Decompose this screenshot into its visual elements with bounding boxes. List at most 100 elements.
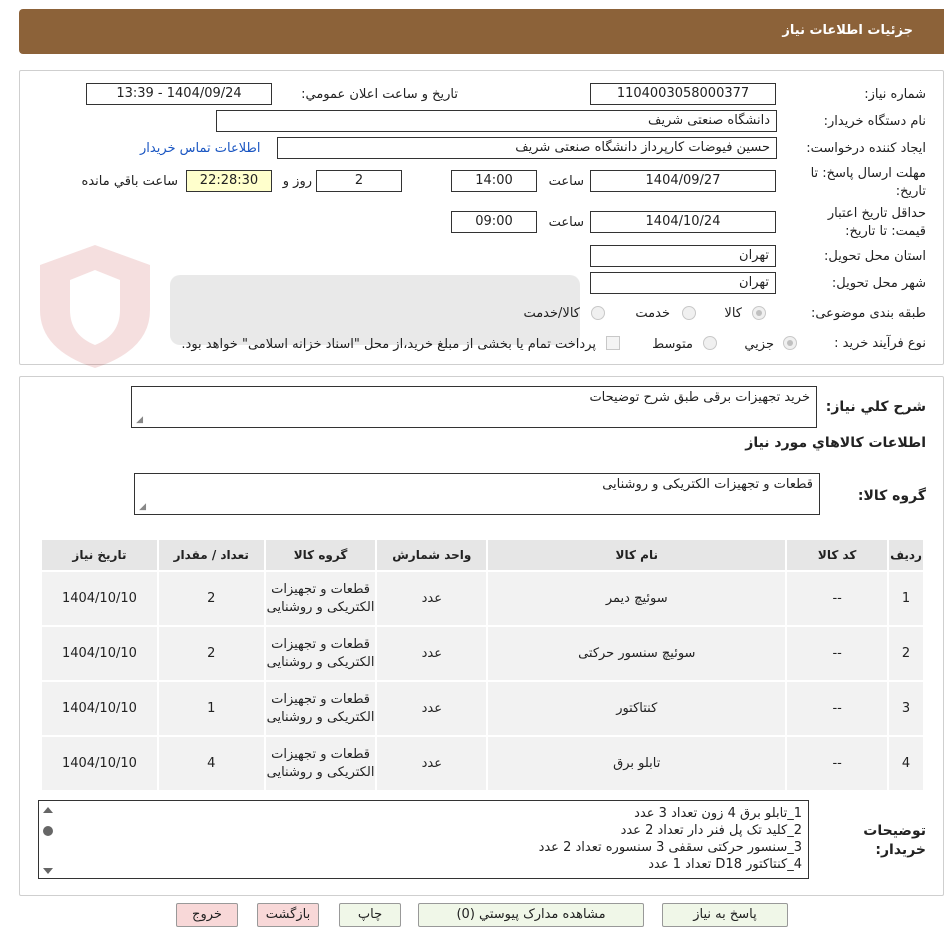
buyer-contact-link[interactable]: اطلاعات تماس خريدار <box>140 141 260 156</box>
announce-label: تاريخ و ساعت اعلان عمومي: <box>301 87 458 102</box>
col-qty: تعداد / مقدار <box>156 538 266 572</box>
cell-code: -- <box>785 570 890 627</box>
cell-date: 1404/10/10 <box>40 570 159 627</box>
cell-qty: 2 <box>156 570 266 627</box>
cell-group: قطعات و تجهیزات الکتریکی و روشنایی <box>263 735 378 792</box>
category-both-label: کالا/خدمت <box>523 306 580 321</box>
description-field[interactable]: خرید تجهیزات برقی طبق شرح توضیحات ◢ <box>131 386 817 428</box>
cell-group: قطعات و تجهیزات الکتریکی و روشنایی <box>263 570 378 627</box>
buyer-notes-field[interactable]: 1_تابلو برق 4 زون تعداد 3 عدد 2_کلید تک … <box>38 800 809 879</box>
deadline-time-label: ساعت <box>548 174 584 189</box>
requester-field: حسین فیوضات کارپرداز دانشگاه صنعتی شریف <box>277 137 777 159</box>
category-goods-radio[interactable] <box>752 306 766 320</box>
notes-line: 2_کلید تک پل فنر دار تعداد 2 عدد <box>620 823 802 838</box>
cell-unit: عدد <box>375 680 489 737</box>
description-label: شرح كلي نياز: <box>825 399 926 415</box>
deadline-label-2: تاريخ: <box>895 184 926 199</box>
goods-info-title: اطلاعات كالاهاي مورد نياز <box>745 435 926 451</box>
cell-qty: 2 <box>156 625 266 682</box>
cell-row: 1 <box>887 570 925 627</box>
category-service-label: خدمت <box>635 306 670 321</box>
cell-name: کنتاکتور <box>486 680 788 737</box>
category-service-radio[interactable] <box>682 306 696 320</box>
table-row: 4 -- تابلو برق عدد قطعات و تجهیزات الکتر… <box>40 735 925 792</box>
cell-name: سوئیچ دیمر <box>486 570 788 627</box>
cell-qty: 4 <box>156 735 266 792</box>
attachments-button[interactable]: مشاهده مدارک پيوستي (0) <box>418 903 644 927</box>
col-date: تاريخ نياز <box>40 538 159 572</box>
purchase-medium-label: متوسط <box>652 337 693 352</box>
deadline-time-field: 14:00 <box>451 170 537 192</box>
table-row: 2 -- سوئیچ سنسور حرکتی عدد قطعات و تجهیز… <box>40 625 925 682</box>
validity-date-field: 1404/10/24 <box>590 211 776 233</box>
cell-qty: 1 <box>156 680 266 737</box>
notes-line: 3_سنسور حرکتی سقفی 3 سنسوره تعداد 2 عدد <box>538 840 802 855</box>
goods-group-field[interactable]: قطعات و تجهیزات الکتریکی و روشنایی ◢ <box>134 473 820 515</box>
cell-unit: عدد <box>375 735 489 792</box>
col-name: نام کالا <box>486 538 788 572</box>
province-field: تهران <box>590 245 776 267</box>
purchase-small-radio[interactable] <box>783 336 797 350</box>
cell-code: -- <box>785 735 890 792</box>
notes-scrollbar[interactable] <box>39 801 57 878</box>
col-row: رديف <box>887 538 925 572</box>
resize-grip-icon: ◢ <box>136 415 143 425</box>
category-label: طبقه بندی موضوعی: <box>810 306 926 321</box>
notes-label-1: توضيحات <box>863 823 926 839</box>
city-field: تهران <box>590 272 776 294</box>
deadline-label: مهلت ارسال پاسخ: تا <box>810 166 926 181</box>
need-number-field: 1104003058000377 <box>590 83 776 105</box>
validity-time-label: ساعت <box>548 215 584 230</box>
notes-line: 4_کنتاکتور D18 تعداد 1 عدد <box>648 857 802 872</box>
announce-field: 1404/09/24 - 13:39 <box>86 83 272 105</box>
validity-label-2: قيمت: تا تاريخ: <box>845 224 926 239</box>
table-header-row: رديف کد کالا نام کالا واحد شمارش گروه کا… <box>40 538 925 572</box>
category-goods-label: کالا <box>724 306 742 321</box>
cell-group: قطعات و تجهیزات الکتریکی و روشنایی <box>263 680 378 737</box>
purchase-type-label: نوع فرآيند خريد : <box>834 336 926 351</box>
cell-code: -- <box>785 680 890 737</box>
deadline-date-field: 1404/09/27 <box>590 170 776 192</box>
need-number-label: شماره نياز: <box>864 87 926 102</box>
cell-row: 2 <box>887 625 925 682</box>
col-unit: واحد شمارش <box>375 538 489 572</box>
requester-label: ايجاد کننده درخواست: <box>806 141 926 156</box>
cell-name: تابلو برق <box>486 735 788 792</box>
cell-group: قطعات و تجهیزات الکتریکی و روشنایی <box>263 625 378 682</box>
buyer-org-label: نام دستگاه خريدار: <box>823 114 926 129</box>
cell-unit: عدد <box>375 625 489 682</box>
remaining-time-label: ساعت باقي مانده <box>81 174 178 189</box>
treasury-checkbox[interactable] <box>606 336 620 350</box>
cell-date: 1404/10/10 <box>40 735 159 792</box>
resize-grip-icon: ◢ <box>139 502 146 512</box>
exit-button[interactable]: خروج <box>176 903 238 927</box>
cell-date: 1404/10/10 <box>40 680 159 737</box>
notes-label-2: خريدار: <box>875 842 926 858</box>
goods-table: رديف کد کالا نام کالا واحد شمارش گروه کا… <box>40 538 925 792</box>
purchase-small-label: جزيي <box>744 337 774 352</box>
cell-unit: عدد <box>375 570 489 627</box>
buyer-org-field: دانشگاه صنعتی شریف <box>216 110 777 132</box>
city-label: شهر محل تحويل: <box>831 276 926 291</box>
col-code: کد کالا <box>785 538 890 572</box>
category-both-radio[interactable] <box>591 306 605 320</box>
province-label: استان محل تحويل: <box>824 249 926 264</box>
days-label: روز و <box>282 174 312 189</box>
col-group: گروه کالا <box>263 538 378 572</box>
reply-button[interactable]: پاسخ به نياز <box>662 903 788 927</box>
validity-label: حداقل تاريخ اعتبار <box>827 206 926 221</box>
cell-code: -- <box>785 625 890 682</box>
payment-note: پرداخت تمام يا بخشی از مبلغ خريد،از محل … <box>181 337 596 352</box>
remaining-time-field: 22:28:30 <box>186 170 272 192</box>
back-button[interactable]: بازگشت <box>257 903 319 927</box>
table-row: 1 -- سوئیچ دیمر عدد قطعات و تجهیزات الکت… <box>40 570 925 627</box>
print-button[interactable]: چاپ <box>339 903 401 927</box>
cell-row: 3 <box>887 680 925 737</box>
validity-time-field: 09:00 <box>451 211 537 233</box>
days-field: 2 <box>316 170 402 192</box>
goods-group-text: قطعات و تجهیزات الکتریکی و روشنایی <box>602 477 813 492</box>
table-row: 3 -- کنتاکتور عدد قطعات و تجهیزات الکتری… <box>40 680 925 737</box>
cell-row: 4 <box>887 735 925 792</box>
purchase-medium-radio[interactable] <box>703 336 717 350</box>
notes-line: 1_تابلو برق 4 زون تعداد 3 عدد <box>634 806 802 821</box>
